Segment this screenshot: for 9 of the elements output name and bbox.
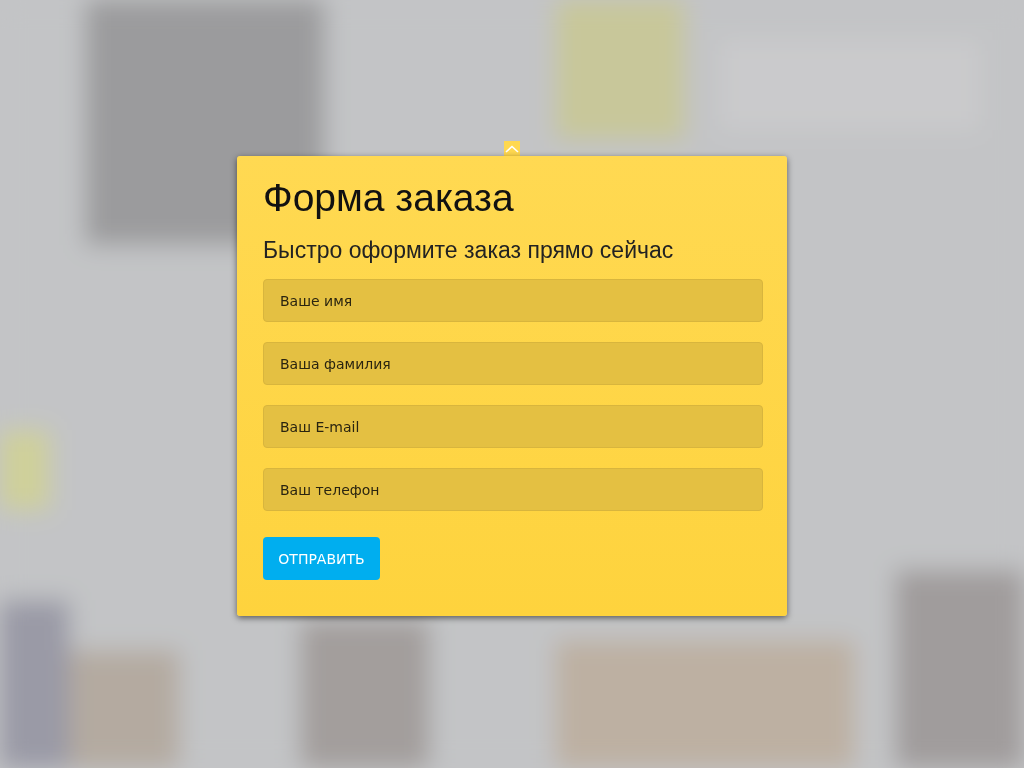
chevron-up-icon — [505, 144, 519, 153]
submit-button[interactable]: ОТПРАВИТЬ — [263, 537, 380, 580]
form-title: Форма заказа — [263, 175, 515, 221]
input-field[interactable]: Ваше имя — [263, 279, 763, 322]
input-field[interactable]: Ваш телефон — [263, 468, 763, 511]
scroll-up-button[interactable] — [504, 141, 520, 156]
input-field[interactable]: Ваш E-mail — [263, 405, 763, 448]
form-subtitle: Быстро оформите заказ прямо сейчас — [263, 236, 675, 265]
input-field[interactable]: Ваша фамилия — [263, 342, 763, 385]
